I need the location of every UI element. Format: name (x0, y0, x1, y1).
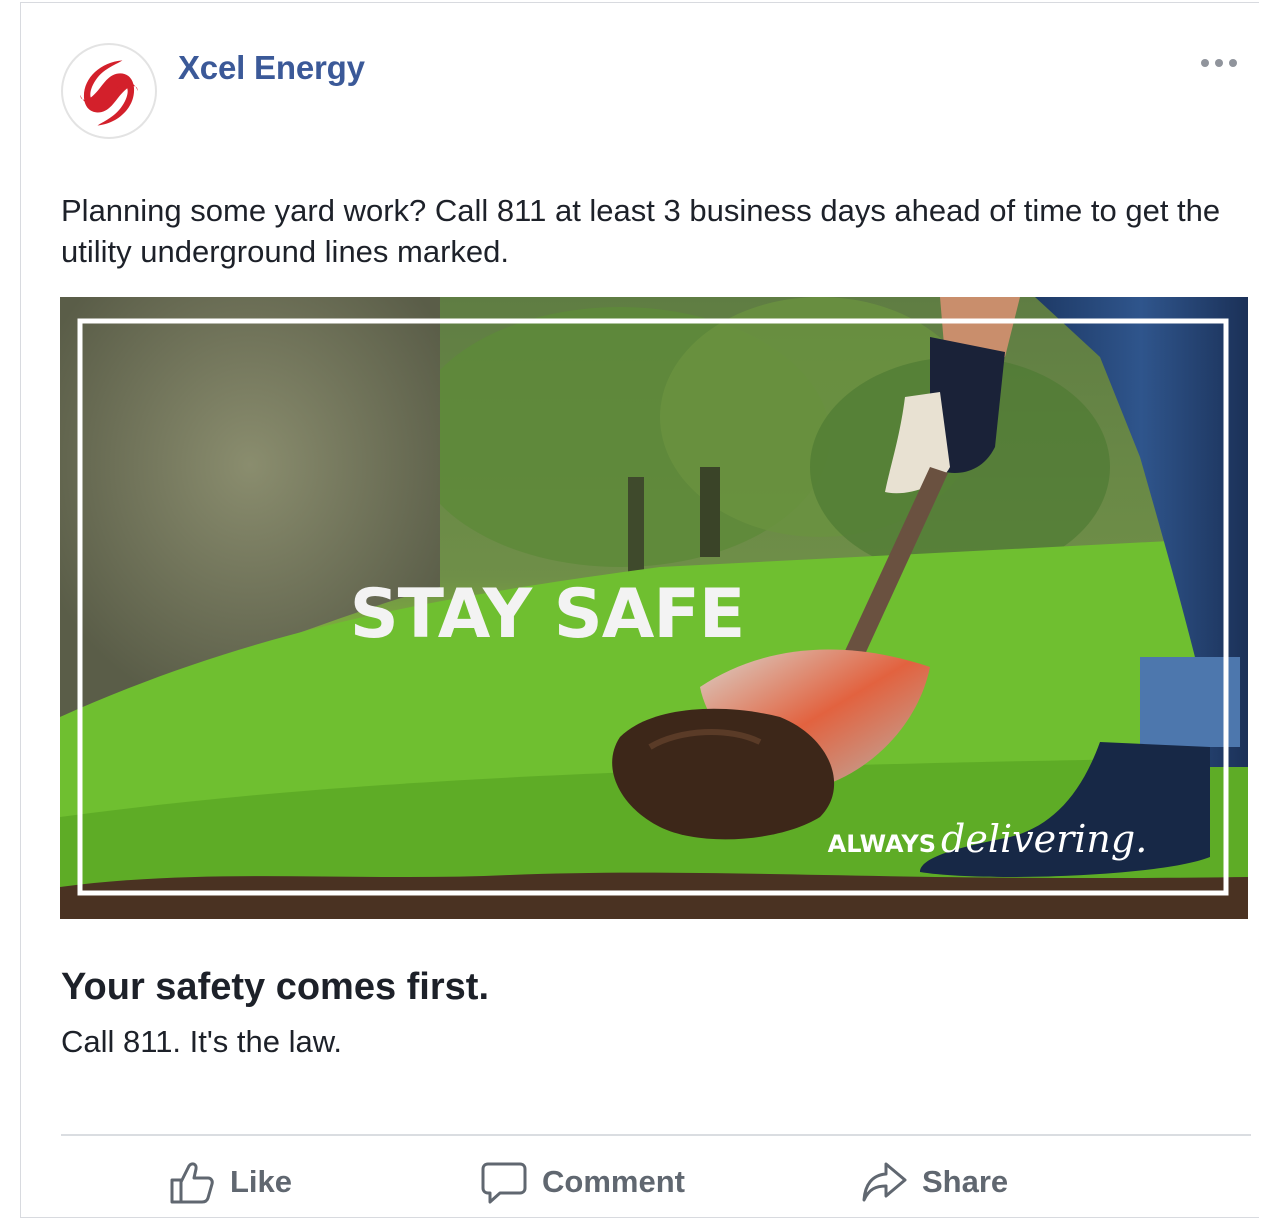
post-image[interactable]: STAY SAFE ALWAYS delivering. (60, 297, 1248, 919)
xcel-logo-icon[interactable] (61, 43, 157, 139)
more-options-icon[interactable] (1191, 45, 1247, 81)
like-button[interactable]: Like (168, 1151, 292, 1213)
like-label: Like (230, 1164, 293, 1199)
speech-bubble-icon (481, 1162, 527, 1204)
share-label: Share (922, 1164, 1009, 1199)
comment-label: Comment (542, 1164, 685, 1199)
page-name[interactable]: Xcel Energy (178, 49, 365, 87)
comment-button[interactable]: Comment (480, 1151, 685, 1213)
image-headline: STAY SAFE (350, 575, 745, 654)
post-body-text: Planning some yard work? Call 811 at lea… (61, 193, 1221, 269)
image-tagline-script: delivering. (941, 817, 1147, 861)
link-title[interactable]: Your safety comes first. (61, 966, 489, 1009)
facebook-post-card: Xcel Energy Planning some yard work? Cal… (20, 2, 1259, 1218)
link-description: Call 811. It's the law. (61, 1024, 343, 1059)
image-tagline-prefix: ALWAYS (828, 830, 936, 858)
thumbs-up-icon (170, 1162, 214, 1204)
actions-divider (61, 1134, 1251, 1136)
share-arrow-icon (862, 1162, 907, 1202)
share-button[interactable]: Share (860, 1151, 1008, 1213)
